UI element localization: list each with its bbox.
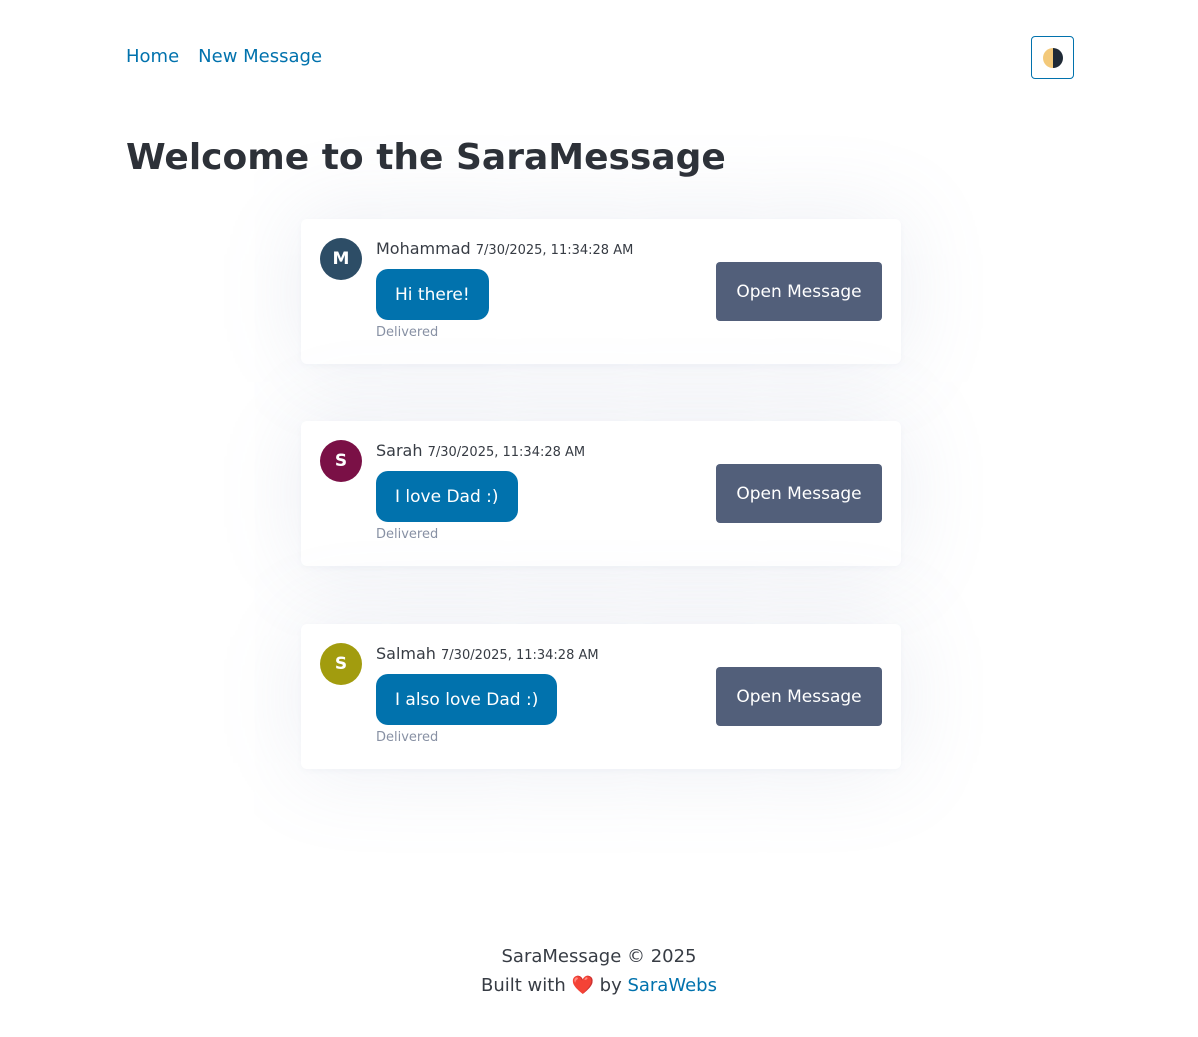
top-nav: Home New Message — [126, 44, 322, 70]
avatar: M — [320, 238, 362, 280]
avatar: S — [320, 643, 362, 685]
nav-new-message-link[interactable]: New Message — [198, 44, 322, 70]
message-card: M Mohammad 7/30/2025, 11:34:28 AM Hi the… — [301, 219, 901, 364]
heart-icon: ❤️ — [571, 975, 594, 996]
message-bubble: I love Dad :) — [376, 471, 518, 522]
message-card: S Sarah 7/30/2025, 11:34:28 AM I love Da… — [301, 421, 901, 566]
footer-by: by — [599, 975, 622, 996]
page-title: Welcome to the SaraMessage — [126, 137, 726, 178]
message-meta: Salmah 7/30/2025, 11:34:28 AM — [376, 644, 599, 663]
message-timestamp: 7/30/2025, 11:34:28 AM — [475, 243, 634, 258]
half-moon-icon — [1042, 47, 1063, 68]
delivery-status: Delivered — [376, 527, 439, 542]
footer-credit: Built with ❤️ by SaraWebs — [0, 971, 1198, 1000]
footer-copyright: SaraMessage © 2025 — [501, 946, 697, 967]
sarawebs-link[interactable]: SaraWebs — [627, 975, 717, 996]
message-timestamp: 7/30/2025, 11:34:28 AM — [441, 648, 599, 663]
delivery-status: Delivered — [376, 730, 439, 745]
sender-name: Mohammad — [376, 239, 471, 258]
sender-name: Sarah — [376, 441, 423, 460]
message-card: S Salmah 7/30/2025, 11:34:28 AM I also l… — [301, 624, 901, 769]
open-message-button[interactable]: Open Message — [716, 667, 882, 726]
message-meta: Mohammad 7/30/2025, 11:34:28 AM — [376, 239, 633, 258]
delivery-status: Delivered — [376, 325, 439, 340]
open-message-button[interactable]: Open Message — [716, 464, 882, 523]
message-bubble: Hi there! — [376, 269, 489, 320]
sender-name: Salmah — [376, 644, 436, 663]
open-message-button[interactable]: Open Message — [716, 262, 882, 321]
avatar: S — [320, 440, 362, 482]
footer-built-with: Built with — [481, 975, 566, 996]
message-bubble: I also love Dad :) — [376, 674, 558, 725]
footer: SaraMessage © 2025 Built with ❤️ by Sara… — [0, 942, 1198, 1000]
nav-home-link[interactable]: Home — [126, 44, 179, 70]
theme-toggle-button[interactable] — [1031, 36, 1074, 79]
message-timestamp: 7/30/2025, 11:34:28 AM — [427, 445, 586, 460]
message-meta: Sarah 7/30/2025, 11:34:28 AM — [376, 441, 585, 460]
